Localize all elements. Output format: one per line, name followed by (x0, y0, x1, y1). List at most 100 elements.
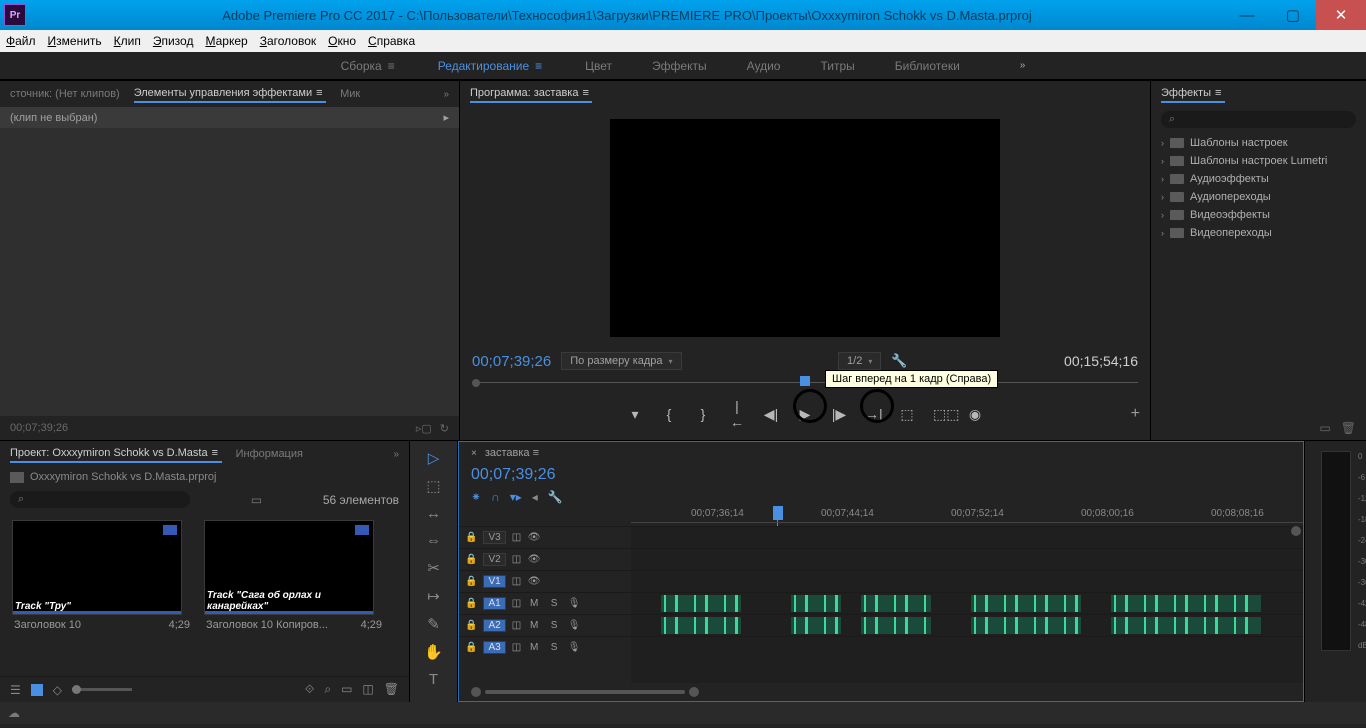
icon-view-icon[interactable] (31, 684, 43, 696)
solo-icon[interactable]: S (547, 620, 561, 631)
fx-folder[interactable]: ›Видеопереходы (1155, 224, 1362, 242)
voice-icon[interactable]: 🎙 (567, 598, 581, 609)
timeline-timecode[interactable]: 00;07;39;26 (471, 466, 556, 484)
close-button[interactable]: ✕ (1316, 0, 1366, 30)
solo-icon[interactable]: S (547, 598, 561, 609)
marker-icon[interactable]: ▾▸ (510, 490, 522, 504)
project-search[interactable]: ⌕ (10, 491, 190, 508)
fx-folder[interactable]: ›Аудиопереходы (1155, 188, 1362, 206)
track-header-v3[interactable]: 🔒V3◫👁 (459, 526, 631, 548)
trash-icon[interactable]: 🗑 (1341, 421, 1356, 435)
eye-icon[interactable]: 👁 (527, 576, 541, 587)
pen-tool[interactable]: ✎ (427, 615, 440, 633)
h-zoom-left[interactable] (471, 687, 481, 697)
go-to-in-button[interactable]: |← (729, 398, 745, 430)
fx-icon[interactable]: ◫ (512, 642, 521, 653)
button-editor[interactable]: + (1131, 405, 1140, 423)
type-tool[interactable]: T (429, 671, 438, 688)
lift-button[interactable]: ⬚ (899, 406, 915, 423)
track-header-v2[interactable]: 🔒V2◫👁 (459, 548, 631, 570)
v-scroll-knob[interactable] (1291, 526, 1301, 536)
list-view-icon[interactable]: ☰ (10, 683, 21, 697)
mute-icon[interactable]: M (527, 598, 541, 609)
maximize-button[interactable]: ▢ (1270, 0, 1316, 30)
close-seq-icon[interactable]: × (471, 448, 477, 459)
tab-project[interactable]: Проект: Oxxxymiron Schokk vs D.Masta (10, 445, 222, 463)
lock-icon[interactable]: 🔒 (465, 532, 477, 543)
ruler-knob-left[interactable] (472, 379, 480, 387)
new-bin-icon[interactable]: ▭ (341, 682, 352, 697)
track-header-a2[interactable]: 🔒A2◫MS🎙 (459, 614, 631, 636)
ws-editing[interactable]: Редактирование (438, 59, 545, 73)
tab-mixer[interactable]: Мик (340, 86, 360, 102)
expand-icon[interactable]: ▸ (443, 111, 449, 124)
ec-play-icon[interactable]: ▹▢ (416, 422, 432, 435)
settings-icon[interactable]: 🔧 (891, 353, 907, 369)
lock-icon[interactable]: 🔒 (465, 620, 477, 631)
effects-search[interactable]: ⌕ (1161, 111, 1356, 128)
fx-icon[interactable]: ◫ (512, 554, 521, 565)
razor-tool[interactable]: ✂ (427, 559, 440, 577)
lock-icon[interactable]: 🔒 (465, 642, 477, 653)
resolution-dropdown[interactable]: 1/2▾ (838, 352, 881, 370)
voice-icon[interactable]: 🎙 (567, 642, 581, 653)
slip-tool[interactable]: ↦ (427, 587, 440, 605)
sequence-tab[interactable]: заставка (485, 447, 543, 459)
menu-clip[interactable]: Клип (114, 34, 141, 49)
project-item[interactable]: Track "Тру" Заголовок 104;29 (12, 520, 192, 668)
fx-icon[interactable]: ◫ (512, 620, 521, 631)
hamburger-icon[interactable] (582, 87, 592, 99)
track-header-a3[interactable]: 🔒A3◫MS🎙 (459, 636, 631, 658)
in-point-button[interactable]: { (661, 406, 677, 422)
ws-assembly[interactable]: Сборка (341, 59, 398, 73)
track-select-tool[interactable]: ⬚ (426, 477, 440, 495)
track-header-a1[interactable]: 🔒A1◫MS🎙 (459, 592, 631, 614)
fx-folder[interactable]: ›Шаблоны настроек Lumetri (1155, 152, 1362, 170)
lock-icon[interactable]: 🔒 (465, 598, 477, 609)
panel-overflow[interactable]: » (443, 89, 449, 100)
fx-folder[interactable]: ›Аудиоэффекты (1155, 170, 1362, 188)
workspace-overflow[interactable]: » (1020, 60, 1026, 71)
timeline-playhead[interactable] (773, 506, 783, 520)
selection-tool[interactable]: ▷ (428, 449, 440, 467)
ws-libraries[interactable]: Библиотеки (895, 59, 960, 73)
hand-tool[interactable]: ✋ (424, 643, 443, 661)
panel-overflow[interactable]: » (393, 449, 399, 460)
hamburger-icon[interactable] (1215, 87, 1225, 99)
h-zoom-right[interactable] (689, 687, 699, 697)
settings-icon[interactable]: 🔧 (548, 490, 563, 504)
tab-effects[interactable]: Эффекты (1161, 85, 1225, 103)
h-scrollbar[interactable] (485, 690, 685, 694)
menu-sequence[interactable]: Эпизод (153, 34, 194, 49)
mute-icon[interactable]: M (527, 620, 541, 631)
ec-timecode[interactable]: 00;07;39;26 (10, 422, 68, 434)
cc-icon[interactable]: ☁ (8, 706, 20, 720)
mute-icon[interactable]: M (527, 642, 541, 653)
fx-folder[interactable]: ›Шаблоны настроек (1155, 134, 1362, 152)
insert-overwrite-icon[interactable]: ◂ (532, 490, 538, 504)
export-frame-button[interactable]: ◉ (967, 406, 983, 423)
trash-icon[interactable]: 🗑 (384, 682, 399, 697)
track-lanes[interactable] (631, 526, 1303, 683)
fx-icon[interactable]: ◫ (512, 576, 521, 587)
step-back-button[interactable]: ◀| (763, 406, 779, 423)
timeline-ruler[interactable]: 00;07;36;14 00;07;44;14 00;07;52;14 00;0… (631, 508, 1303, 526)
voice-icon[interactable]: 🎙 (567, 620, 581, 631)
lock-icon[interactable]: 🔒 (465, 554, 477, 565)
tab-program[interactable]: Программа: заставка (470, 85, 592, 103)
hamburger-icon[interactable] (212, 447, 222, 459)
ec-loop-icon[interactable]: ↻ (440, 422, 449, 435)
menu-file[interactable]: Файл (6, 34, 36, 49)
program-tc-left[interactable]: 00;07;39;26 (472, 353, 551, 370)
new-bin-icon[interactable]: ▭ (1319, 421, 1330, 435)
filter-bin-icon[interactable]: ▭ (251, 493, 262, 507)
snap-icon[interactable]: ⁕ (471, 490, 481, 504)
ws-audio[interactable]: Аудио (747, 59, 781, 73)
marker-button[interactable]: ▾ (627, 406, 643, 423)
fx-icon[interactable]: ◫ (512, 598, 521, 609)
menu-window[interactable]: Окно (328, 34, 356, 49)
rolling-tool[interactable]: ⇔ (426, 532, 441, 549)
tab-source[interactable]: сточник: (Нет клипов) (10, 86, 120, 102)
project-item[interactable]: Track "Сага об орлах и канарейках" Загол… (204, 520, 384, 668)
linked-selection-icon[interactable]: ∩ (491, 490, 500, 504)
